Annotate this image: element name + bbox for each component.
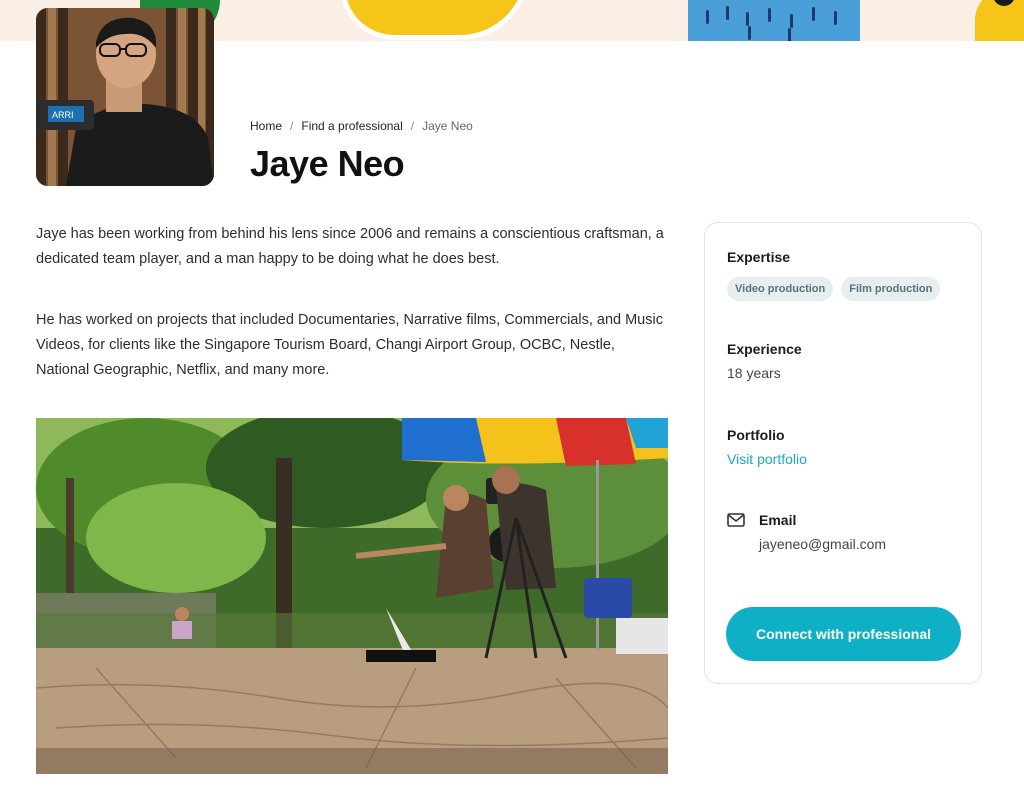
profile-photo bbox=[36, 418, 668, 774]
breadcrumb-find-professional-link[interactable]: Find a professional bbox=[301, 119, 402, 133]
breadcrumb-home-link[interactable]: Home bbox=[250, 119, 282, 133]
portfolio-section: Portfolio Visit portfolio bbox=[727, 427, 807, 467]
expertise-tag: Film production bbox=[841, 277, 941, 301]
bio-paragraph: He has worked on projects that included … bbox=[36, 312, 663, 378]
banner-shape-yellow-right bbox=[975, 0, 1024, 41]
page-title: Jaye Neo bbox=[250, 143, 405, 184]
email-heading: Email bbox=[759, 512, 797, 528]
expertise-section: Expertise Video production Film producti… bbox=[727, 249, 941, 301]
breadcrumb: Home / Find a professional / Jaye Neo bbox=[250, 119, 473, 133]
avatar-photo: ARRI bbox=[36, 8, 214, 186]
breadcrumb-separator: / bbox=[410, 119, 415, 133]
professional-info-card: Expertise Video production Film producti… bbox=[704, 222, 982, 684]
expertise-tag: Video production bbox=[727, 277, 834, 301]
svg-text:ARRI: ARRI bbox=[52, 110, 74, 120]
expertise-heading: Expertise bbox=[727, 249, 791, 265]
breadcrumb-current: Jaye Neo bbox=[422, 119, 473, 133]
breadcrumb-separator: / bbox=[290, 119, 294, 133]
filming-scene-image bbox=[36, 418, 668, 774]
experience-heading: Experience bbox=[727, 341, 802, 357]
experience-value: 18 years bbox=[727, 365, 781, 381]
visit-portfolio-link[interactable]: Visit portfolio bbox=[727, 451, 807, 467]
email-section: Email jayeneo@gmail.com bbox=[727, 512, 886, 552]
profile-bio: Jaye has been working from behind his le… bbox=[36, 222, 672, 383]
email-value: jayeneo@gmail.com bbox=[759, 536, 887, 552]
experience-section: Experience 18 years bbox=[727, 341, 802, 381]
banner-shape-blue bbox=[688, 0, 860, 41]
banner-shape-yellow bbox=[340, 0, 530, 40]
avatar: ARRI bbox=[36, 8, 214, 186]
connect-with-professional-button[interactable]: Connect with professional bbox=[726, 607, 961, 661]
bio-paragraph: Jaye has been working from behind his le… bbox=[36, 226, 664, 267]
portfolio-heading: Portfolio bbox=[727, 427, 785, 443]
mail-icon bbox=[727, 513, 745, 527]
expertise-tags: Video production Film production bbox=[727, 277, 941, 301]
